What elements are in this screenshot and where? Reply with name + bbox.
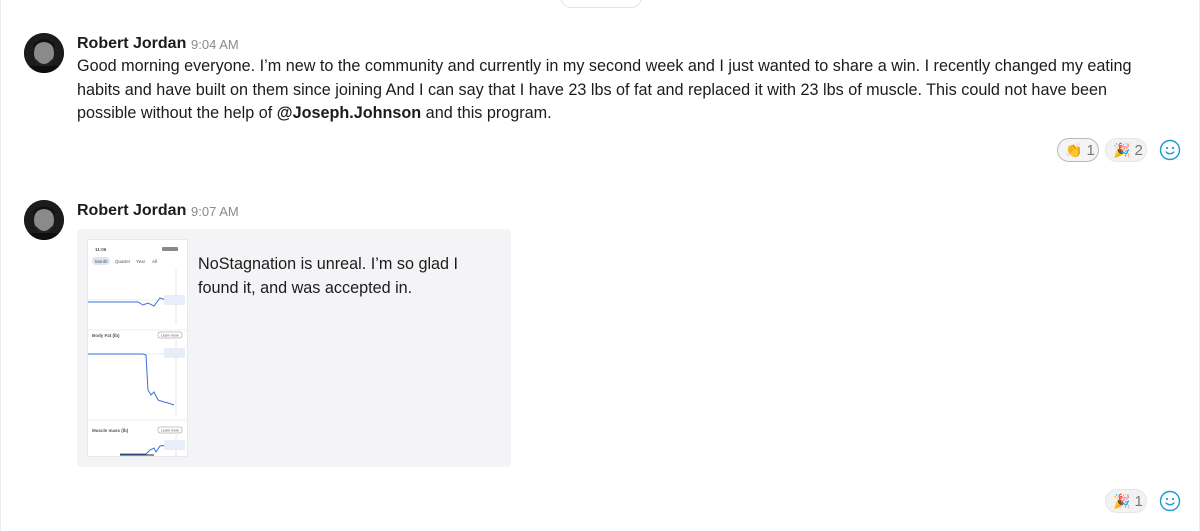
party-popper-icon: 🎉 xyxy=(1113,141,1131,158)
section-muscle-mass: Muscle mass (lb) xyxy=(92,428,129,433)
tab-quarter: Quarter xyxy=(115,259,131,264)
avatar[interactable] xyxy=(24,33,64,73)
timestamp[interactable]: 9:07 AM xyxy=(191,204,239,219)
attachment-thumbnail[interactable]: 11:06 Month Quarter Year All Body Fat (l… xyxy=(87,239,188,457)
tab-month: Month xyxy=(95,259,108,264)
smiley-icon xyxy=(1159,490,1181,512)
section-body-fat: Body Fat (lb) xyxy=(92,333,120,338)
reaction-count: 1 xyxy=(1086,141,1095,159)
status-time: 11:06 xyxy=(95,247,107,252)
party-popper-icon: 🎉 xyxy=(1113,492,1131,509)
date-divider-pill[interactable] xyxy=(560,0,642,8)
reaction-count: 1 xyxy=(1134,492,1143,510)
reaction-count: 2 xyxy=(1134,141,1143,159)
message-text: Good morning everyone. I’m new to the co… xyxy=(77,55,1147,126)
learn-more-2: Learn more xyxy=(161,429,179,433)
reaction-party[interactable]: 🎉 1 xyxy=(1105,489,1147,513)
user-mention[interactable]: @Joseph.Johnson xyxy=(277,104,421,122)
clapping-hands-icon: 👏 xyxy=(1065,141,1083,158)
message-text-part: and this program. xyxy=(421,104,552,122)
learn-more-1: Learn more xyxy=(161,334,179,338)
reaction-party[interactable]: 🎉 2 xyxy=(1105,138,1147,162)
add-reaction-button[interactable] xyxy=(1157,137,1183,163)
tab-all: All xyxy=(152,259,157,264)
smiley-icon xyxy=(1159,139,1181,161)
tab-year: Year xyxy=(136,259,146,264)
author-name[interactable]: Robert Jordan xyxy=(77,35,186,53)
avatar[interactable] xyxy=(24,200,64,240)
reaction-clap[interactable]: 👏 1 xyxy=(1057,138,1099,162)
attachment-card[interactable]: 11:06 Month Quarter Year All Body Fat (l… xyxy=(77,229,511,467)
author-name[interactable]: Robert Jordan xyxy=(77,202,186,220)
left-border xyxy=(0,0,1,531)
attachment-text: NoStagnation is unreal. I’m so glad I fo… xyxy=(198,255,459,297)
timestamp[interactable]: 9:04 AM xyxy=(191,37,239,52)
message-text-part: Good morning everyone. I’m new to the co… xyxy=(77,57,1132,122)
add-reaction-button[interactable] xyxy=(1157,488,1183,514)
